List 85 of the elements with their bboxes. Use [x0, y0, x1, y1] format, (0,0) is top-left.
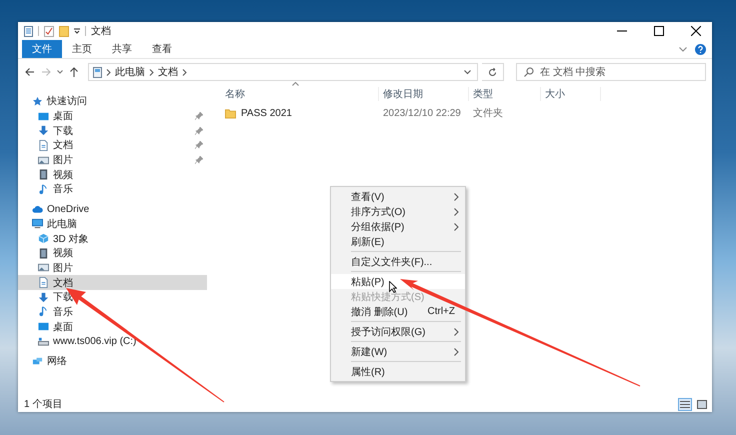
- folder-icon: [225, 108, 236, 118]
- monitor-icon: [32, 218, 43, 230]
- refresh-icon: [488, 68, 497, 76]
- nav-item[interactable]: 音乐: [18, 304, 207, 320]
- dropdown-icon[interactable]: [74, 28, 80, 34]
- music-note-icon: [38, 306, 49, 318]
- desktop-icon: [38, 110, 49, 122]
- dropdown-icon[interactable]: [464, 70, 471, 74]
- properties-icon[interactable]: [24, 26, 33, 36]
- nav-item[interactable]: 图片: [18, 152, 207, 168]
- nav-item[interactable]: OneDrive: [18, 202, 207, 216]
- network-icon: [32, 356, 43, 367]
- mouse-pointer-icon: [389, 281, 397, 293]
- sort-ascending-icon: [292, 82, 299, 86]
- ribbon-tab[interactable]: 主页: [62, 40, 102, 58]
- chevron-right-icon: [182, 68, 187, 76]
- menu-item[interactable]: 撤消 删除(U) Ctrl+Z: [331, 304, 465, 319]
- nav-item[interactable]: 视频: [18, 246, 207, 261]
- date-cell-text: 2023/12/10 22:29: [382, 108, 462, 118]
- nav-item[interactable]: 桌面: [18, 108, 207, 124]
- breadcrumb[interactable]: 此电脑: [115, 65, 145, 79]
- refresh-button[interactable]: [482, 63, 504, 81]
- ribbon-tab[interactable]: 查看: [142, 40, 182, 58]
- details-view-button[interactable]: [678, 398, 692, 410]
- nav-item[interactable]: 文档: [18, 275, 207, 290]
- window-title: 文档: [91, 24, 112, 38]
- picture-icon: [38, 154, 49, 166]
- nav-item[interactable]: 3D 对象: [18, 231, 207, 246]
- menu-item[interactable]: 自定义文件夹(F)...: [331, 254, 465, 269]
- nav-item[interactable]: 音乐: [18, 182, 207, 197]
- computer-icon: [93, 66, 102, 78]
- status-text: 1 个项目: [24, 398, 64, 411]
- checkmark-icon[interactable]: [44, 26, 54, 36]
- chevron-right-icon: [106, 68, 111, 76]
- expand-ribbon-icon[interactable]: [679, 46, 687, 52]
- file-row[interactable]: PASS 2021 2023/12/10 22:29 文件夹: [221, 104, 712, 122]
- desktop-icon: [38, 321, 49, 332]
- document-icon: [38, 140, 49, 151]
- download-arrow-icon: [38, 125, 49, 136]
- menu-item[interactable]: 分组依据(P): [331, 219, 465, 234]
- ribbon-tab[interactable]: 共享: [102, 40, 142, 58]
- close-icon: [691, 26, 701, 36]
- picture-icon: [38, 262, 49, 274]
- star-icon: [32, 96, 43, 107]
- nav-item[interactable]: 此电脑: [18, 216, 207, 232]
- film-icon: [38, 169, 49, 180]
- cloud-icon: [32, 204, 43, 215]
- back-button[interactable]: [24, 66, 36, 78]
- column-header[interactable]: 类型: [469, 87, 541, 101]
- column-header[interactable]: 大小: [541, 87, 601, 101]
- download-arrow-icon: [38, 292, 49, 303]
- nav-item[interactable]: 视频: [18, 167, 207, 182]
- search-icon: [524, 67, 534, 77]
- column-header[interactable]: 名称: [221, 87, 379, 101]
- maximize-icon: [654, 26, 664, 36]
- file-menu-button[interactable]: 文件: [22, 40, 62, 58]
- menu-item[interactable]: 属性(R): [331, 364, 465, 379]
- menu-item[interactable]: 授予访问权限(G): [331, 324, 465, 339]
- nav-item[interactable]: 下载: [18, 123, 207, 138]
- breadcrumb[interactable]: 文档: [158, 65, 178, 79]
- search-field[interactable]: 在 文档 中搜索: [516, 63, 706, 81]
- nav-item[interactable]: 快速访问: [18, 94, 207, 109]
- type-cell-text: 文件夹: [472, 106, 504, 120]
- menu-item[interactable]: 新建(W): [331, 344, 465, 359]
- nav-item[interactable]: 图片: [18, 260, 207, 276]
- nav-item[interactable]: 文档: [18, 138, 207, 153]
- column-header[interactable]: 修改日期: [379, 87, 469, 101]
- address-field[interactable]: 此电脑 文档: [88, 63, 478, 81]
- help-icon[interactable]: [695, 44, 706, 54]
- menu-item[interactable]: 粘贴(P): [331, 274, 465, 289]
- document-icon: [38, 277, 49, 288]
- drive-icon: [38, 336, 49, 347]
- menu-item[interactable]: 排序方式(O): [331, 204, 465, 219]
- cube-icon: [38, 233, 49, 244]
- music-note-icon: [38, 184, 49, 195]
- menu-item[interactable]: 查看(V): [331, 189, 465, 204]
- menu-item[interactable]: 刷新(E): [331, 234, 465, 249]
- film-icon: [38, 248, 49, 259]
- large-icons-view-button[interactable]: [695, 398, 709, 410]
- file-name-cell: PASS 2021: [221, 108, 379, 118]
- nav-item[interactable]: 桌面: [18, 319, 207, 334]
- nav-item[interactable]: 网络: [18, 354, 207, 368]
- recent-locations-button[interactable]: [56, 69, 64, 75]
- up-button[interactable]: [68, 66, 80, 78]
- chevron-right-icon: [149, 68, 154, 76]
